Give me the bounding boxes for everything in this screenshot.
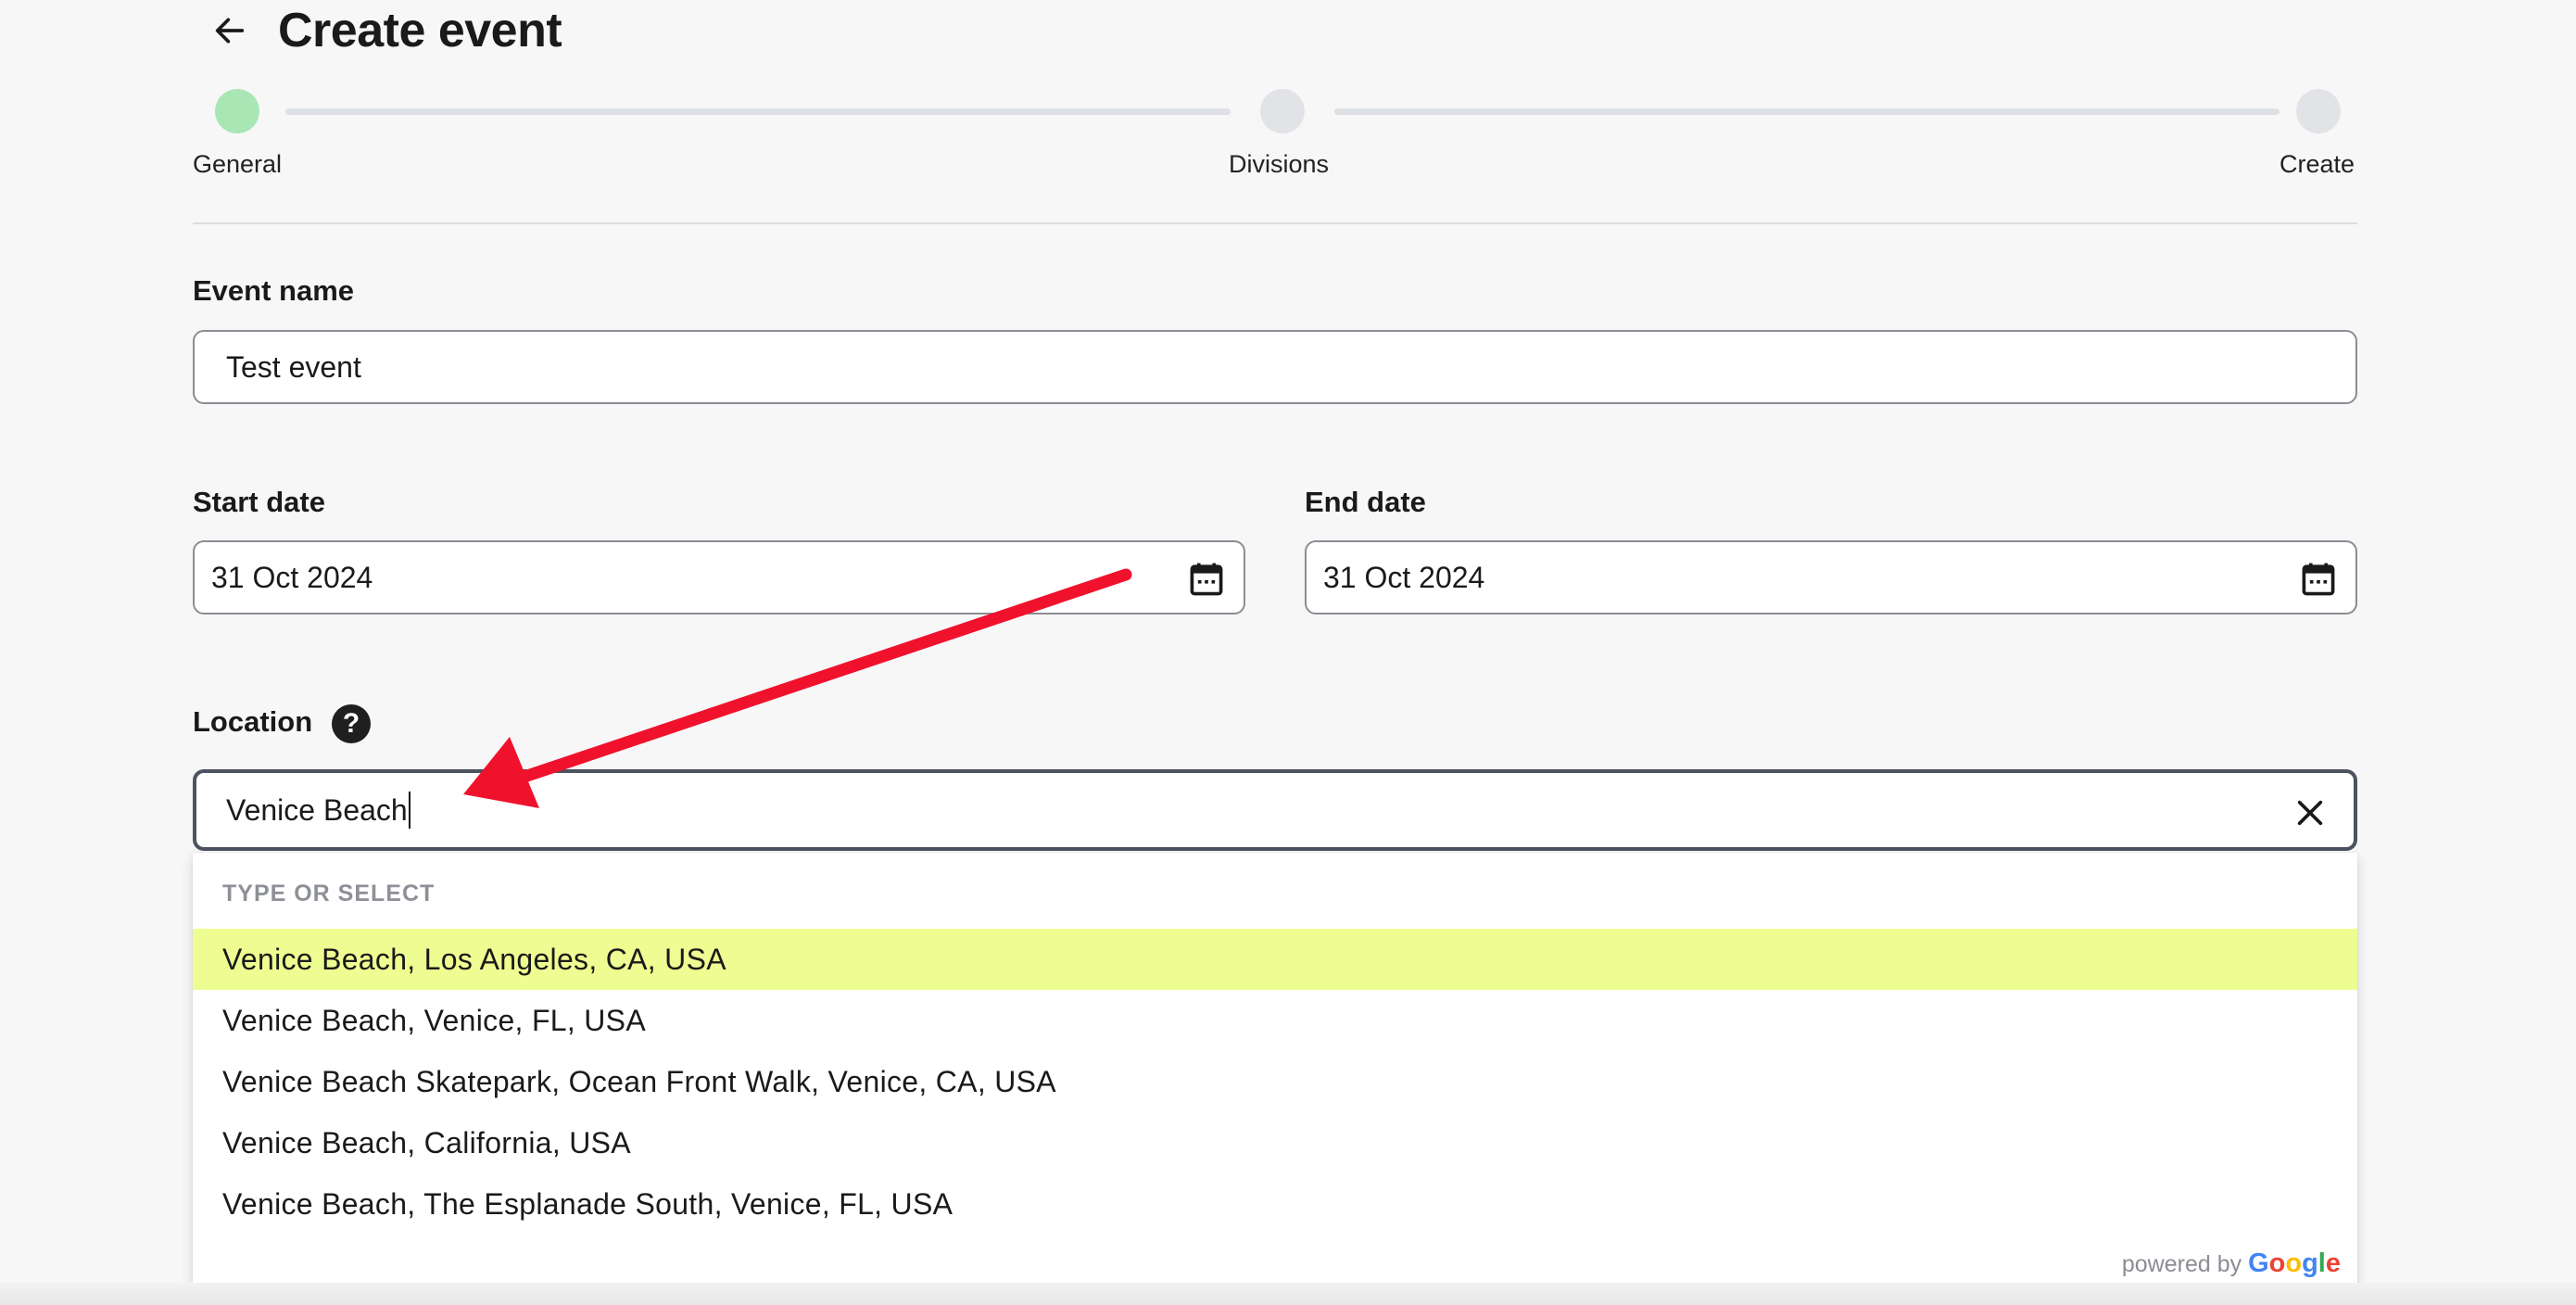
window-bottom-edge (0, 1283, 2576, 1305)
end-date-label: End date (1305, 486, 1426, 518)
start-date-field[interactable]: 31 Oct 2024 (193, 540, 1245, 614)
arrow-left-icon (215, 18, 245, 44)
start-date-value: 31 Oct 2024 (211, 560, 373, 594)
location-value: Venice Beach (226, 792, 408, 827)
location-label: Location (193, 705, 313, 738)
step-label-divisions: Divisions (1229, 150, 1330, 178)
dropdown-header: TYPE OR SELECT (222, 881, 436, 906)
location-suggestions-dropdown: TYPE OR SELECT Venice Beach, Los Angeles… (193, 853, 2357, 1292)
step-dot-create[interactable] (2296, 89, 2341, 133)
page-title: Create event (278, 4, 562, 57)
text-caret (408, 792, 410, 829)
step-dot-general[interactable] (215, 89, 259, 133)
event-name-label: Event name (193, 274, 355, 307)
suggestion-item[interactable]: Venice Beach, Los Angeles, CA, USA (193, 929, 2357, 990)
step-connector (285, 108, 1231, 115)
suggestion-item[interactable]: Venice Beach Skatepark, Ocean Front Walk… (193, 1051, 2357, 1112)
start-date-label: Start date (193, 486, 325, 518)
create-event-page: Create event General Divisions Create Ev… (0, 0, 2576, 1305)
suggestion-item[interactable]: Venice Beach, Venice, FL, USA (193, 990, 2357, 1051)
powered-by-text: powered by (2121, 1251, 2242, 1277)
end-date-value: 31 Oct 2024 (1323, 560, 1485, 594)
stepper: General Divisions Create (193, 89, 2357, 182)
page-header: Create event (202, 0, 562, 61)
step-label-create: Create (2279, 150, 2355, 178)
event-name-field[interactable]: Test event (193, 330, 2357, 404)
question-circle-icon[interactable]: ? (332, 704, 371, 743)
location-search-input[interactable]: Venice Beach (193, 769, 2357, 851)
step-dot-divisions[interactable] (1260, 89, 1305, 133)
powered-by-google: powered by Google (2122, 1248, 2341, 1279)
calendar-icon[interactable] (1186, 559, 1227, 600)
step-connector (1334, 108, 2279, 115)
divider (193, 222, 2357, 224)
end-date-field[interactable]: 31 Oct 2024 (1305, 540, 2357, 614)
step-label-general: General (193, 150, 283, 178)
close-icon[interactable] (2294, 797, 2326, 829)
calendar-icon[interactable] (2298, 559, 2339, 600)
google-logo: Google (2248, 1248, 2341, 1278)
suggestion-item[interactable]: Venice Beach, California, USA (193, 1112, 2357, 1173)
event-name-value: Test event (226, 349, 361, 384)
back-button[interactable] (202, 3, 258, 58)
suggestion-item[interactable]: Venice Beach, The Esplanade South, Venic… (193, 1173, 2357, 1235)
